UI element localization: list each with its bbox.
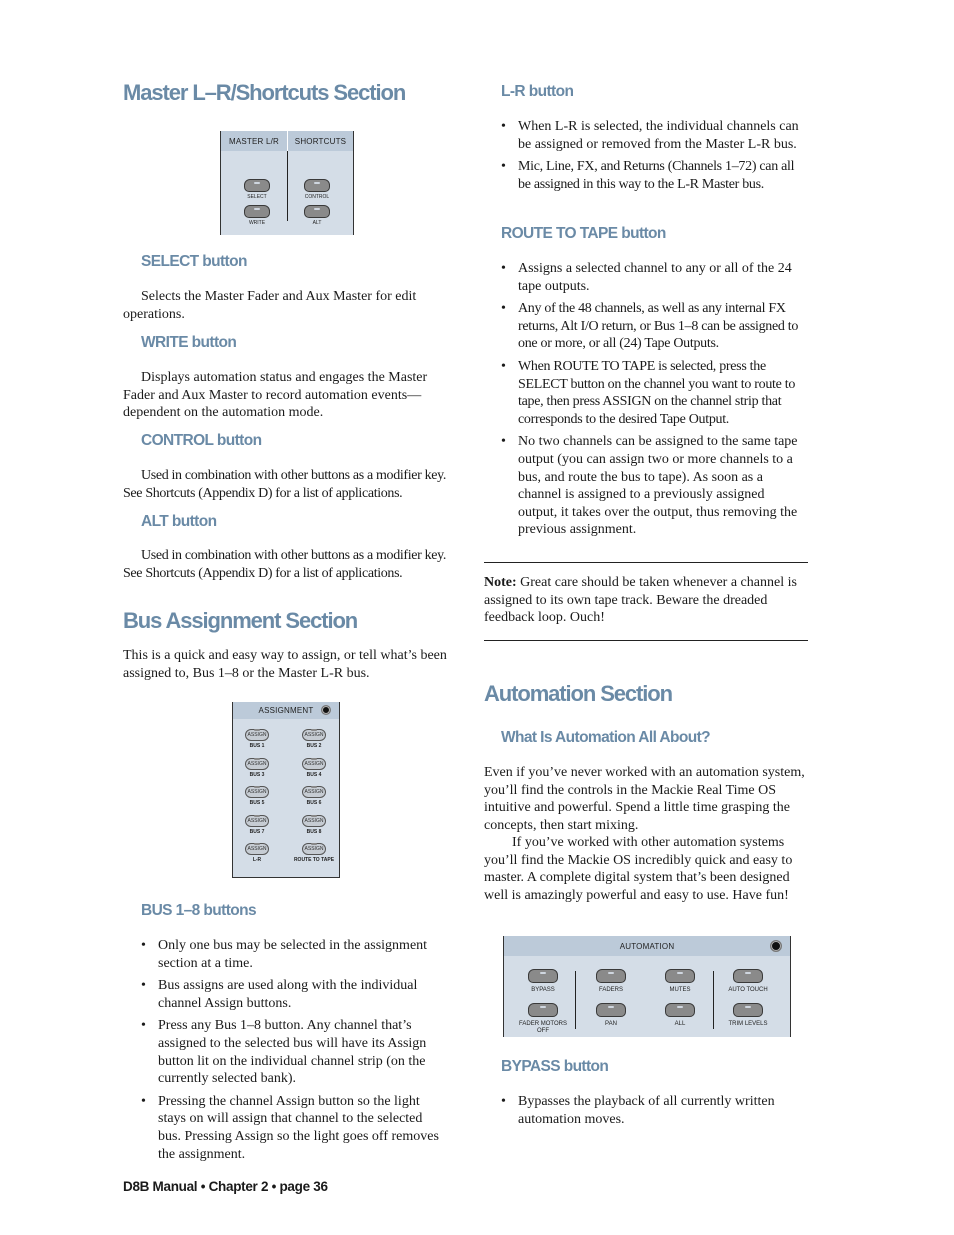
automation-button[interactable] — [596, 969, 626, 983]
assignment-panel: ASSIGNMENT ASSIGN BUS 1 ASSIGN BUS 2 ASSIGN B… — [232, 702, 340, 878]
assign-button[interactable]: ASSIGN — [302, 757, 326, 770]
list-item: Bypasses the playback of all currently w… — [501, 1093, 801, 1128]
automation-button-label: PAN — [605, 1021, 617, 1027]
bus-buttons-list: Only one bus may be selected in the assi… — [141, 937, 441, 1168]
panel-divider — [713, 971, 714, 1029]
write-button[interactable] — [244, 205, 270, 218]
bus-buttons-heading: BUS 1–8 buttons — [141, 902, 257, 919]
automation-button-label: ALL — [674, 1021, 686, 1027]
bus-label: BUS 4 — [306, 771, 322, 778]
automation-button[interactable] — [733, 1003, 763, 1017]
panel-divider — [287, 151, 288, 221]
select-button-heading: SELECT button — [141, 253, 247, 270]
automation-button-label: FADER MOTORS OFF — [519, 1021, 567, 1034]
bus-label: BUS 2 — [306, 743, 322, 749]
alt-button-text: Used in combination with other buttons a… — [123, 548, 446, 581]
select-button[interactable] — [244, 179, 270, 192]
control-label: CONTROL — [304, 194, 330, 200]
bus-label: BUS 1 — [249, 743, 265, 749]
automation-panel: AUTOMATION BYPASS FADERS MUTES AUTO TOUCH FA… — [503, 936, 791, 1037]
lr-button-list: When L-R is selected, the individual cha… — [501, 118, 801, 198]
note-bottom-rule — [484, 640, 808, 641]
assign-button[interactable]: ASSIGN — [245, 814, 269, 827]
automation-button-label: MUTES — [669, 987, 691, 993]
automation-button-label: TRIM LEVELS — [728, 1021, 768, 1027]
route-to-tape-list: Assigns a selected channel to any or all… — [501, 260, 801, 544]
select-label: SELECT — [247, 194, 267, 200]
list-item: Bus assigns are used along with the indi… — [141, 977, 441, 1012]
control-button[interactable] — [304, 179, 330, 192]
control-button-text: Used in combination with other buttons a… — [123, 468, 446, 501]
alt-button[interactable] — [304, 205, 330, 218]
automation-about-heading: What Is Automation All About? — [501, 729, 711, 746]
bus-label: BUS 6 — [306, 800, 322, 806]
assignment-label: ASSIGNMENT — [258, 706, 314, 715]
note-text: Great care should be taken whenever a ch… — [484, 575, 797, 626]
assign-button[interactable]: ASSIGN — [302, 843, 326, 855]
automation-button-label: BYPASS — [531, 987, 555, 993]
bus-label: L-R — [252, 857, 262, 863]
list-item: Any of the 48 channels, as well as any i… — [501, 300, 801, 353]
bypass-button-list: Bypasses the playback of all currently w… — [501, 1093, 801, 1133]
bypass-button-heading: BYPASS button — [501, 1058, 609, 1075]
list-item: No two channels can be assigned to the s… — [501, 433, 801, 539]
automation-button[interactable] — [665, 1003, 695, 1017]
list-item: Pressing the channel Assign button so th… — [141, 1093, 441, 1163]
panel-divider — [575, 971, 576, 1029]
list-item: When L-R is selected, the individual cha… — [501, 118, 801, 153]
route-to-tape-heading: ROUTE TO TAPE button — [501, 225, 666, 242]
automation-led-icon — [770, 940, 782, 952]
automation-para-1: Even if you’ve never worked with an auto… — [484, 765, 805, 833]
list-item: Only one bus may be selected in the assi… — [141, 937, 441, 972]
bus-label: BUS 5 — [249, 800, 265, 806]
write-button-text: Displays automation status and engages t… — [123, 370, 428, 421]
automation-button[interactable] — [733, 969, 763, 983]
panel-header: ASSIGNMENT — [233, 702, 339, 719]
assignment-led-icon — [321, 705, 331, 715]
note-paragraph: Note: Great care should be taken wheneve… — [484, 574, 810, 627]
write-button-heading: WRITE button — [141, 334, 237, 351]
note-top-rule — [484, 562, 808, 563]
panel-header: AUTOMATION — [504, 936, 790, 956]
assign-button[interactable]: ASSIGN — [245, 786, 269, 798]
panel-header: MASTER L/R SHORTCUTS — [221, 131, 353, 151]
select-button-text: Selects the Master Fader and Aux Master … — [123, 289, 417, 322]
automation-button[interactable] — [665, 969, 695, 983]
assign-button[interactable]: ASSIGN — [245, 843, 269, 855]
list-item: When ROUTE TO TAPE is selected, press th… — [501, 358, 801, 428]
list-item: Press any Bus 1–8 button. Any channel th… — [141, 1017, 441, 1087]
bus-label: BUS 3 — [249, 771, 265, 778]
automation-para-2: If you’ve worked with other automation s… — [484, 835, 793, 903]
alt-label: ALT — [312, 220, 322, 226]
bus-section-title: Bus Assignment Section — [123, 608, 358, 633]
automation-button[interactable] — [596, 1003, 626, 1017]
bus-label: ROUTE TO TAPE — [293, 857, 335, 863]
assign-button[interactable]: ASSIGN — [245, 757, 269, 770]
assign-button[interactable]: ASSIGN — [302, 814, 326, 827]
list-item: Mic, Line, FX, and Returns (Channels 1–7… — [501, 158, 801, 193]
automation-section-title: Automation Section — [484, 681, 673, 706]
list-item: Assigns a selected channel to any or all… — [501, 260, 801, 295]
shortcuts-label: SHORTCUTS — [294, 136, 347, 146]
bus-label: BUS 8 — [306, 828, 322, 835]
lr-button-heading: L-R button — [501, 83, 574, 100]
automation-button-label: AUTO TOUCH — [728, 987, 768, 993]
automation-button[interactable] — [528, 1003, 558, 1017]
automation-button[interactable] — [528, 969, 558, 983]
bus-section-intro: This is a quick and easy way to assign, … — [123, 648, 447, 681]
bus-label: BUS 7 — [249, 828, 265, 835]
assign-button[interactable]: ASSIGN — [302, 729, 326, 741]
control-button-heading: CONTROL button — [141, 432, 262, 449]
master-shortcuts-panel: MASTER L/R SHORTCUTS SELECT CONTROL WRIT… — [220, 131, 354, 235]
alt-button-heading: ALT button — [141, 513, 217, 530]
automation-button-label: FADERS — [598, 987, 623, 993]
assign-button[interactable]: ASSIGN — [245, 729, 269, 741]
automation-label: AUTOMATION — [619, 941, 675, 951]
page-footer: D8B Manual • Chapter 2 • page 36 — [123, 1179, 328, 1194]
note-label: Note: — [484, 575, 517, 590]
master-lr-label: MASTER L/R — [228, 136, 279, 146]
master-section-title: Master L–R/Shortcuts Section — [123, 80, 406, 105]
assign-button[interactable]: ASSIGN — [302, 786, 326, 798]
write-label: WRITE — [248, 220, 266, 226]
